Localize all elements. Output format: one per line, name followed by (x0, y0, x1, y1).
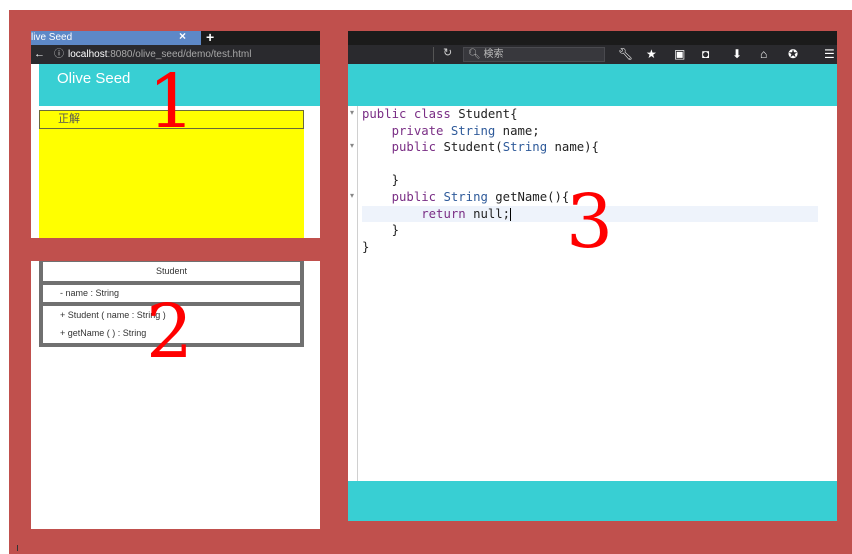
edge-mark (17, 545, 18, 551)
code-line: private String name; (391, 123, 540, 138)
app-header-right (348, 64, 837, 106)
url-host: localhost (68, 49, 108, 60)
tab-close-icon[interactable]: × (179, 31, 186, 43)
browser-tab[interactable]: live Seed × (31, 31, 201, 45)
download-icon[interactable]: ⬇ (732, 46, 742, 63)
fold-icon[interactable]: ▾ (350, 141, 354, 150)
toolbar-divider (433, 47, 434, 62)
home-icon[interactable]: ⌂ (760, 46, 767, 63)
tab-title: live Seed (31, 32, 73, 43)
search-input[interactable]: 🔍︎ 検索 (463, 47, 605, 62)
search-placeholder: 検索 (483, 49, 504, 60)
code-editor[interactable]: ▾ ▾ ▾ public class Student{ private Stri… (348, 106, 837, 481)
fold-icon[interactable]: ▾ (350, 108, 354, 117)
tab-bar-right (348, 31, 837, 45)
code-line: public Student(String name){ (391, 140, 599, 155)
menu-icon[interactable]: ☰ (824, 46, 835, 63)
reader-icon[interactable]: ▣ (674, 46, 685, 63)
toolbar-right: ↻ 🔍︎ 検索 🔧︎ ★ ▣ ◘ ⬇ ⌂ ✪ ☰ (348, 45, 837, 64)
annotation-number-3: 3 (566, 179, 614, 265)
search-icon: 🔍︎ (468, 49, 484, 60)
pocket-icon[interactable]: ◘ (702, 46, 709, 63)
app-footer (348, 481, 837, 521)
reload-icon[interactable]: ↻ (443, 46, 452, 59)
wrench-icon[interactable]: 🔧︎ (618, 46, 633, 63)
fold-icon[interactable]: ▾ (350, 191, 354, 200)
new-tab-icon[interactable]: + (206, 31, 214, 45)
tab-bar: live Seed × + (31, 31, 320, 45)
panel-code-editor: ↻ 🔍︎ 検索 🔧︎ ★ ▣ ◘ ⬇ ⌂ ✪ ☰ ▾ ▾ ▾ public cl… (348, 31, 837, 521)
star-icon[interactable]: ★ (646, 46, 657, 63)
back-arrow-icon[interactable]: ← (34, 47, 45, 62)
uml-class-name: Student (43, 262, 300, 281)
editor-gutter: ▾ ▾ ▾ (348, 106, 358, 481)
code-line-tail: Student{ (458, 107, 518, 121)
annotation-number-1: 1 (148, 59, 196, 145)
code-line: public class Student{ (362, 107, 518, 121)
toolbar-icons: 🔧︎ ★ ▣ ◘ ⬇ ⌂ ✪ ☰ (618, 46, 837, 63)
extension-icon[interactable]: ✪ (788, 46, 798, 63)
info-icon[interactable]: ⓘ (54, 47, 64, 62)
annotation-number-2: 2 (146, 289, 194, 375)
app-title: Olive Seed (57, 70, 131, 87)
text-cursor (510, 207, 512, 221)
